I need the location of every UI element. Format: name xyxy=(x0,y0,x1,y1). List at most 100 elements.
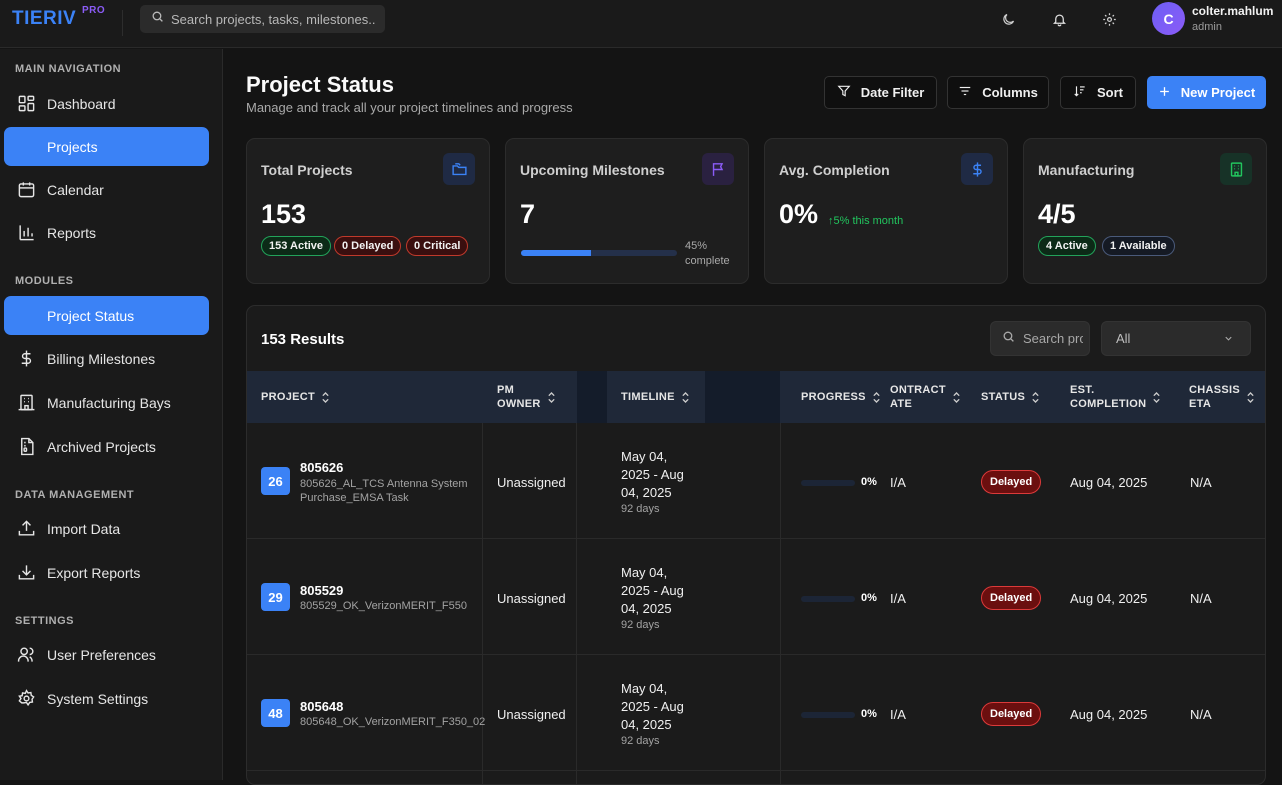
column-header-est-completion[interactable]: EST. COMPLETION xyxy=(1070,371,1161,423)
project-id[interactable]: 805529 xyxy=(300,583,343,598)
archive-icon xyxy=(16,437,36,457)
column-header-progress[interactable]: PROGRESS xyxy=(801,371,881,423)
column-header-status[interactable]: STATUS xyxy=(981,371,1040,423)
sidebar-item-import-data[interactable]: Import Data xyxy=(4,509,209,548)
table-row[interactable]: 29 805529 805529_OK_VerizonMERIT_F550 Un… xyxy=(247,539,1265,655)
column-header-project[interactable]: PROJECT xyxy=(261,371,330,423)
gear-icon[interactable] xyxy=(1100,10,1118,28)
sidebar: MAIN NAVIGATION Dashboard Projects Calen… xyxy=(0,49,223,780)
project-id[interactable]: 805648 xyxy=(300,699,343,714)
building-icon xyxy=(1220,153,1252,185)
sidebar-item-dashboard[interactable]: Dashboard xyxy=(4,84,209,123)
timeline: May 04, 2025 - Aug 04, 2025 92 days xyxy=(621,449,684,515)
sidebar-item-archived-projects[interactable]: Archived Projects xyxy=(4,427,209,466)
card-manufacturing: Manufacturing 4/5 4 Active 1 Available xyxy=(1023,138,1267,284)
global-search-input[interactable] xyxy=(171,11,376,27)
sort-icon xyxy=(952,391,961,404)
column-header-pm-owner[interactable]: PM OWNER xyxy=(497,371,556,423)
user-name[interactable]: colter.mahlum xyxy=(1192,4,1273,18)
download-icon xyxy=(16,563,36,583)
results-count: 153 Results xyxy=(261,331,345,348)
est-completion: Aug 04, 2025 xyxy=(1070,475,1148,490)
sidebar-item-projects[interactable]: Projects xyxy=(4,127,209,166)
date-filter-button[interactable]: Date Filter xyxy=(824,76,937,109)
sort-button[interactable]: Sort xyxy=(1060,76,1136,109)
column-header-timeline[interactable]: TIMELINE xyxy=(621,371,690,423)
status-filter-select[interactable]: All xyxy=(1101,321,1251,356)
dollar-icon xyxy=(16,349,36,369)
column-header-chassis-eta[interactable]: CHASSIS ETA xyxy=(1189,371,1255,423)
status-badge: 0 Delayed xyxy=(334,236,402,256)
app-logo[interactable]: TIERIV PRO xyxy=(12,5,105,30)
search-icon xyxy=(151,10,164,28)
sidebar-item-user-preferences[interactable]: User Preferences xyxy=(4,635,209,674)
chassis-eta: N/A xyxy=(1190,591,1212,606)
sidebar-item-billing-milestones[interactable]: Billing Milestones xyxy=(4,339,209,378)
est-completion: Aug 04, 2025 xyxy=(1070,591,1148,606)
sidebar-item-manufacturing-bays[interactable]: Manufacturing Bays xyxy=(4,383,209,422)
est-completion: Aug 04, 2025 xyxy=(1070,707,1148,722)
sidebar-item-calendar[interactable]: Calendar xyxy=(4,170,209,209)
sort-icon xyxy=(1246,391,1255,404)
project-id[interactable]: 805626 xyxy=(300,460,343,475)
sidebar-item-label: Dashboard xyxy=(47,95,116,112)
section-title-main-navigation: MAIN NAVIGATION xyxy=(15,63,122,75)
card-value: 153 xyxy=(261,199,307,229)
column-header-contract-date[interactable]: ONTRACT ATE xyxy=(890,371,961,423)
project-description: 805648_OK_VerizonMERIT_F350_02 xyxy=(300,716,486,728)
folder-icon xyxy=(443,153,475,185)
chassis-eta: N/A xyxy=(1190,707,1212,722)
status-badge: Delayed xyxy=(981,702,1042,726)
table-row[interactable]: 48 805648 805648_OK_VerizonMERIT_F350_02… xyxy=(247,655,1265,771)
table-row[interactable]: 26 805626 805626_AL_TCS Antenna System P… xyxy=(247,423,1265,539)
sort-icon xyxy=(1031,391,1040,404)
search-icon xyxy=(1002,330,1015,348)
main-content: Project Status Manage and track all your… xyxy=(224,49,1282,785)
status-badge: 0 Critical xyxy=(406,236,469,256)
contract-date: I/A xyxy=(890,591,906,606)
table-search[interactable] xyxy=(990,321,1090,356)
sidebar-item-project-status[interactable]: Project Status xyxy=(4,296,209,335)
sidebar-item-label: Import Data xyxy=(47,520,121,537)
section-title-modules: MODULES xyxy=(15,275,74,287)
columns-button[interactable]: Columns xyxy=(947,76,1049,109)
global-search[interactable] xyxy=(140,5,385,33)
milestone-progress-fill xyxy=(521,250,592,256)
sidebar-item-export-reports[interactable]: Export Reports xyxy=(4,553,209,592)
trend-indicator: ↑5% this month xyxy=(828,215,904,227)
contract-date: I/A xyxy=(890,707,906,722)
table-search-input[interactable] xyxy=(1023,331,1083,346)
project-description: 805529_OK_VerizonMERIT_F550 xyxy=(300,600,467,612)
timeline: May 04, 2025 - Aug 04, 2025 92 days xyxy=(621,681,684,747)
table-header: PROJECT PM OWNER TIMELINE PROGRESS ONTRAC… xyxy=(247,371,1265,423)
moon-icon[interactable] xyxy=(999,10,1017,28)
status-badge: 1 Available xyxy=(1102,236,1175,256)
sort-icon xyxy=(681,391,690,404)
avatar[interactable]: C xyxy=(1152,2,1185,35)
sidebar-item-label: Export Reports xyxy=(47,564,141,581)
header-block xyxy=(577,371,607,423)
chevron-down-icon xyxy=(1223,332,1234,347)
project-number-badge: 26 xyxy=(261,467,290,495)
new-project-button[interactable]: New Project xyxy=(1147,76,1266,109)
sort-icon xyxy=(872,391,881,404)
progress-percent: 0% xyxy=(861,592,877,604)
sidebar-item-label: Project Status xyxy=(47,307,135,324)
timeline: May 04, 2025 - Aug 04, 2025 92 days xyxy=(621,565,684,631)
page-subtitle: Manage and track all your project timeli… xyxy=(246,100,573,115)
page-title: Project Status xyxy=(246,72,394,97)
pm-owner: Unassigned xyxy=(497,475,566,490)
sort-icon xyxy=(321,391,330,404)
project-number-badge: 29 xyxy=(261,583,290,611)
chassis-eta: N/A xyxy=(1190,475,1212,490)
columns-icon xyxy=(958,84,972,101)
sidebar-item-reports[interactable]: Reports xyxy=(4,213,209,252)
flag-icon xyxy=(702,153,734,185)
card-value: 7 xyxy=(520,199,536,229)
bell-icon[interactable] xyxy=(1050,10,1068,28)
status-badge: 153 Active xyxy=(261,236,332,256)
bar-chart-icon xyxy=(16,223,36,243)
milestone-progress-bar xyxy=(521,250,677,256)
sidebar-item-system-settings[interactable]: System Settings xyxy=(4,679,209,718)
calendar-icon xyxy=(16,180,36,200)
